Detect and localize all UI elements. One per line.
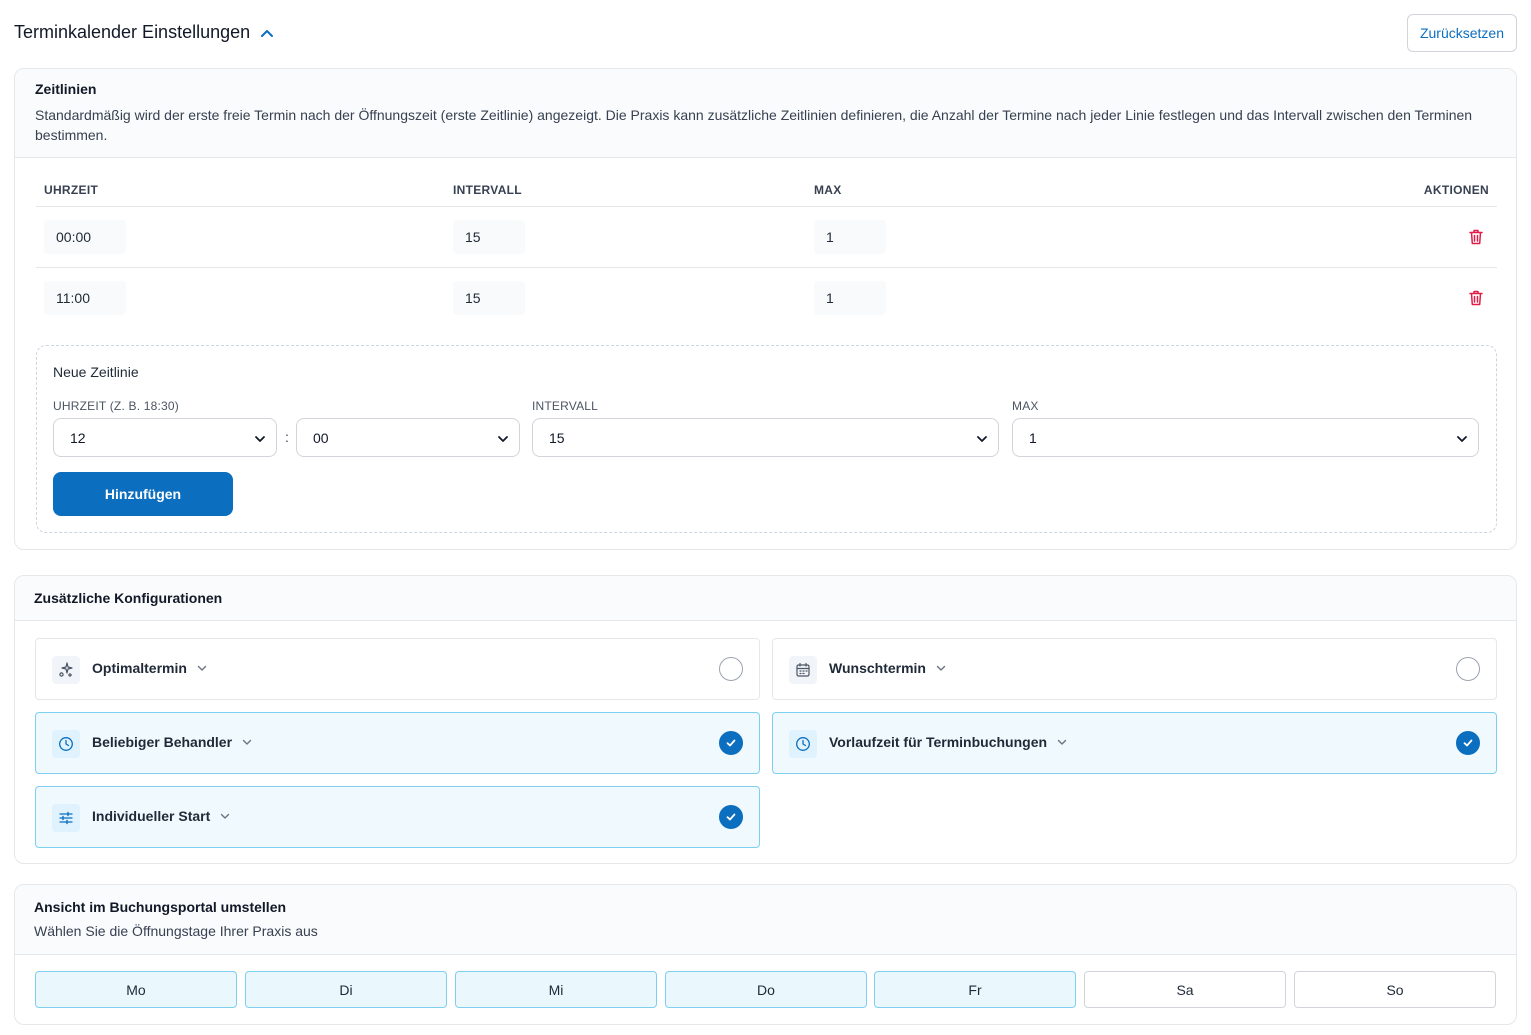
column-intervall: INTERVALL xyxy=(453,183,522,197)
ansicht-header: Ansicht im Buchungsportal umstellen Wähl… xyxy=(15,885,1516,955)
minute-select[interactable]: 00 xyxy=(296,418,520,457)
zeitlinien-header: Zeitlinien Standardmäßig wird der erste … xyxy=(15,69,1516,158)
intervall-cell[interactable]: 15 xyxy=(453,220,525,254)
clock-icon xyxy=(52,730,80,758)
option-label-text: Individueller Start xyxy=(92,808,211,824)
trash-icon[interactable] xyxy=(1469,229,1483,245)
zeitlinien-card: Zeitlinien Standardmäßig wird der erste … xyxy=(14,68,1517,550)
option-label: Beliebiger Behandler xyxy=(92,734,252,750)
uhrzeit-cell[interactable]: 00:00 xyxy=(44,220,126,254)
option-label-text: Optimaltermin xyxy=(92,660,187,676)
day-button-mi[interactable]: Mi xyxy=(455,971,657,1008)
new-zeitlinie-title: Neue Zeitlinie xyxy=(53,364,139,380)
option-radio-checked[interactable] xyxy=(719,805,743,829)
check-icon xyxy=(726,739,736,747)
ansicht-title: Ansicht im Buchungsportal umstellen xyxy=(34,899,287,915)
option-radio-checked[interactable] xyxy=(719,731,743,755)
uhrzeit-label: UHRZEIT (Z. B. 18:30) xyxy=(53,399,180,413)
option-vorlaufzeit[interactable]: Vorlaufzeit für Terminbuchungen xyxy=(772,712,1497,774)
day-button-di[interactable]: Di xyxy=(245,971,447,1008)
column-aktionen: AKTIONEN xyxy=(1423,183,1489,197)
chevron-down-icon xyxy=(1457,436,1467,442)
day-button-mo[interactable]: Mo xyxy=(35,971,237,1008)
page-title[interactable]: Terminkalender Einstellungen xyxy=(14,22,274,43)
day-button-sa[interactable]: Sa xyxy=(1084,971,1286,1008)
chevron-down-icon[interactable] xyxy=(242,737,252,747)
option-label: Vorlaufzeit für Terminbuchungen xyxy=(829,734,1067,750)
option-radio-checked[interactable] xyxy=(1456,731,1480,755)
zeitlinien-description: Standardmäßig wird der erste freie Termi… xyxy=(35,107,1473,143)
trash-icon[interactable] xyxy=(1469,290,1483,306)
option-label: Individueller Start xyxy=(92,808,230,824)
time-separator: : xyxy=(285,429,289,445)
table-row: 00:00 15 1 xyxy=(36,207,1497,268)
konfigurationen-title: Zusätzliche Konfigurationen xyxy=(34,590,223,606)
max-cell[interactable]: 1 xyxy=(814,220,886,254)
page-header: Terminkalender Einstellungen Zurücksetze… xyxy=(14,14,1517,52)
option-label: Optimaltermin xyxy=(92,660,207,676)
day-button-fr[interactable]: Fr xyxy=(874,971,1076,1008)
option-label-text: Vorlaufzeit für Terminbuchungen xyxy=(829,734,1048,750)
sparkles-icon xyxy=(52,656,80,684)
option-label: Wunschtermin xyxy=(829,660,946,676)
max-cell[interactable]: 1 xyxy=(814,281,886,315)
intervall-cell[interactable]: 15 xyxy=(453,281,525,315)
add-button[interactable]: Hinzufügen xyxy=(53,472,233,516)
chevron-down-icon xyxy=(977,436,987,442)
table-header: UHRZEIT INTERVALL MAX AKTIONEN xyxy=(36,177,1497,207)
konfigurationen-header: Zusätzliche Konfigurationen xyxy=(15,576,1516,621)
hour-value: 12 xyxy=(70,429,86,446)
option-beliebiger-behandler[interactable]: Beliebiger Behandler xyxy=(35,712,760,774)
option-radio[interactable] xyxy=(1456,657,1480,681)
column-uhrzeit: UHRZEIT xyxy=(44,183,99,197)
clock-icon xyxy=(789,730,817,758)
option-label-text: Beliebiger Behandler xyxy=(92,734,233,750)
check-icon xyxy=(1463,739,1473,747)
table-row: 11:00 15 1 xyxy=(36,268,1497,329)
zeitlinien-table: UHRZEIT INTERVALL MAX AKTIONEN 00:00 15 … xyxy=(36,177,1497,329)
zeitlinien-title: Zeitlinien xyxy=(35,81,97,97)
chevron-down-icon xyxy=(498,436,508,442)
chevron-down-icon xyxy=(255,436,265,442)
option-individueller-start[interactable]: Individueller Start xyxy=(35,786,760,848)
max-select[interactable]: 1 xyxy=(1012,418,1479,457)
sliders-icon xyxy=(52,804,80,832)
option-radio[interactable] xyxy=(719,657,743,681)
check-icon xyxy=(726,813,736,821)
uhrzeit-cell[interactable]: 11:00 xyxy=(44,281,126,315)
option-label-text: Wunschtermin xyxy=(829,660,926,676)
reset-button[interactable]: Zurücksetzen xyxy=(1407,14,1517,52)
intervall-value: 15 xyxy=(549,429,565,446)
new-zeitlinie-form: Neue Zeitlinie UHRZEIT (Z. B. 18:30) INT… xyxy=(36,345,1497,533)
page-title-text: Terminkalender Einstellungen xyxy=(14,22,251,42)
konfigurationen-card: Zusätzliche Konfigurationen Optimaltermi… xyxy=(14,575,1517,864)
ansicht-card: Ansicht im Buchungsportal umstellen Wähl… xyxy=(14,884,1517,1025)
calendar-icon xyxy=(789,656,817,684)
hour-select[interactable]: 12 xyxy=(53,418,277,457)
day-button-do[interactable]: Do xyxy=(665,971,867,1008)
chevron-down-icon[interactable] xyxy=(197,663,207,673)
day-button-so[interactable]: So xyxy=(1294,971,1496,1008)
chevron-down-icon[interactable] xyxy=(936,663,946,673)
minute-value: 00 xyxy=(313,429,329,446)
column-max: MAX xyxy=(814,183,842,197)
max-value: 1 xyxy=(1029,429,1037,446)
ansicht-description: Wählen Sie die Öffnungstage Ihrer Praxis… xyxy=(34,923,318,939)
option-wunschtermin[interactable]: Wunschtermin xyxy=(772,638,1497,700)
chevron-down-icon[interactable] xyxy=(220,811,230,821)
option-optimaltermin[interactable]: Optimaltermin xyxy=(35,638,760,700)
intervall-label: INTERVALL xyxy=(532,399,599,413)
max-label: MAX xyxy=(1012,399,1039,413)
chevron-up-icon[interactable] xyxy=(260,26,274,40)
chevron-down-icon[interactable] xyxy=(1057,737,1067,747)
intervall-select[interactable]: 15 xyxy=(532,418,999,457)
